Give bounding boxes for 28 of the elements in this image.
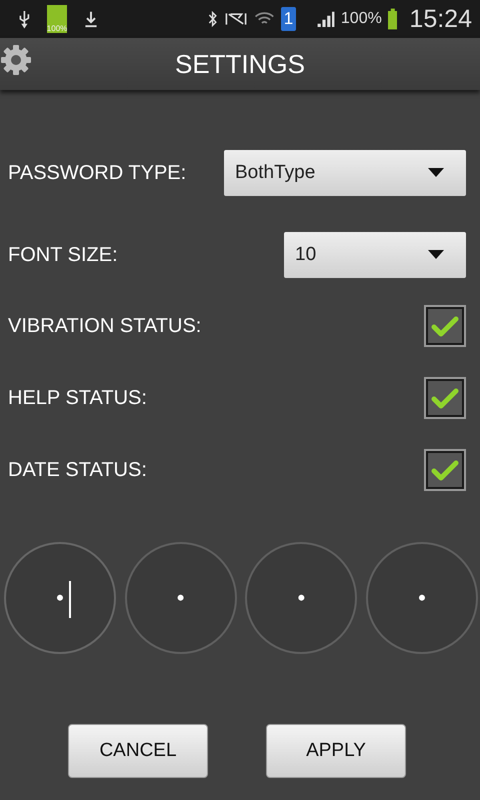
- checkbox-label: HELP STATUS:: [8, 386, 147, 410]
- pin-field[interactable]: •: [4, 542, 116, 654]
- checkbox[interactable]: [424, 377, 466, 419]
- caret-icon: [428, 168, 444, 178]
- checkbox-label: DATE STATUS:: [8, 458, 147, 482]
- check-icon: [431, 387, 459, 409]
- dropdown[interactable]: 10: [284, 232, 466, 278]
- checkbox[interactable]: [424, 449, 466, 491]
- field-label: PASSWORD TYPE:: [8, 162, 186, 184]
- pin-field[interactable]: •: [245, 542, 358, 654]
- field-label: FONT SIZE:: [8, 244, 118, 266]
- dropdown[interactable]: BothType: [224, 150, 466, 196]
- caret-icon: [428, 250, 444, 260]
- action-button[interactable]: CANCEL: [68, 724, 208, 778]
- screen-title: SETTINGS: [174, 48, 305, 80]
- check-icon: [431, 315, 459, 337]
- pin-field[interactable]: •: [124, 542, 237, 654]
- gear-icon[interactable]: [0, 44, 32, 76]
- action-button[interactable]: APPLY: [266, 724, 406, 778]
- battery-level: 100%: [46, 24, 68, 33]
- sim-badge: 1: [281, 7, 296, 31]
- checkbox[interactable]: [424, 305, 466, 347]
- clock-time: 15:24: [409, 4, 472, 34]
- check-icon: [431, 459, 459, 481]
- battery-icon: [388, 6, 398, 32]
- battery-percent: 100%: [340, 10, 382, 28]
- pin-field[interactable]: •: [366, 542, 478, 654]
- checkbox-label: VIBRATION STATUS:: [8, 314, 202, 338]
